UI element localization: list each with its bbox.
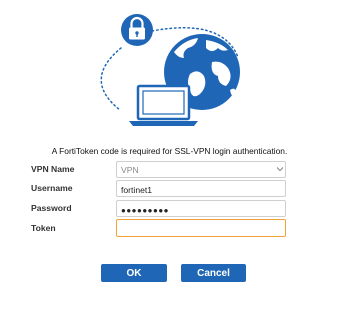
connection-arc-lower [100, 47, 122, 111]
auth-message: A FortiToken code is required for SSL-VP… [51, 146, 288, 156]
vpn-name-label: VPN Name [31, 164, 75, 174]
token-row: Token [0, 219, 339, 239]
token-input[interactable] [116, 219, 286, 237]
vpn-name-row: VPN Name VPN [0, 161, 339, 180]
password-label: Password [31, 203, 72, 213]
username-label: Username [31, 183, 73, 193]
username-input[interactable] [116, 180, 286, 197]
password-row: Password [0, 200, 339, 219]
cancel-button[interactable]: Cancel [181, 264, 246, 282]
vpn-name-select[interactable]: VPN [116, 161, 286, 178]
password-input[interactable] [116, 200, 286, 217]
token-label: Token [31, 223, 56, 233]
ok-button[interactable]: OK [101, 264, 167, 282]
username-row: Username [0, 180, 339, 199]
laptop-icon [129, 84, 198, 126]
vpn-illustration [100, 14, 240, 126]
lock-icon [121, 14, 153, 46]
